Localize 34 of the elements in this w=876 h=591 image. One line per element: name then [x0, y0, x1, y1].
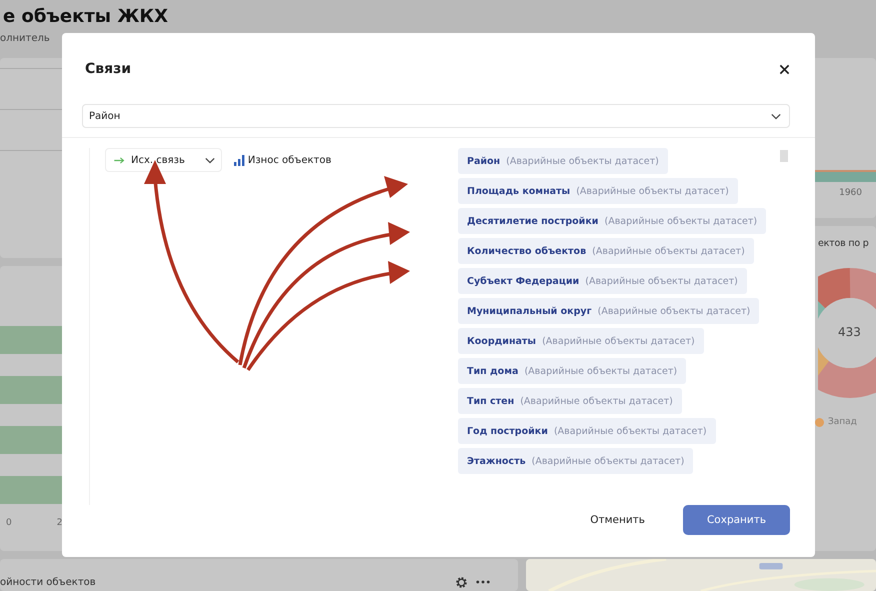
cancel-button[interactable]: Отменить: [590, 508, 645, 532]
dialog-title: Связи: [85, 61, 132, 77]
field-chip[interactable]: Субъект Федерации (Аварийные объекты датасет): [458, 268, 747, 294]
field-chip[interactable]: Тип стен (Аварийные объекты датасет): [458, 388, 682, 414]
donut-total: 433: [838, 325, 861, 339]
chevron-icon: [771, 112, 781, 120]
more-icon[interactable]: [476, 580, 490, 584]
field-chip[interactable]: Координаты (Аварийные объекты датасет): [458, 328, 704, 354]
field-chip[interactable]: Тип дома (Аварийные объекты датасет): [458, 358, 686, 384]
card-title: ойности объектов: [0, 576, 97, 588]
legend-label: Запад: [828, 417, 857, 427]
chevron-icon: [204, 156, 215, 164]
chart-name: Износ объектов: [248, 154, 332, 166]
settings-icon[interactable]: [455, 576, 468, 588]
link-type-select[interactable]: Исх. связь: [105, 148, 222, 172]
close-icon[interactable]: [779, 64, 790, 74]
field-chip[interactable]: Десятилетие постройки (Аварийные объекты датасет): [458, 208, 766, 234]
field-chip[interactable]: Район (Аварийные объекты датасет): [458, 148, 668, 174]
dashboard-title: е объекты ЖКХ: [3, 6, 169, 27]
field-chip[interactable]: Муниципальный округ (Аварийные объекты датасет): [458, 298, 760, 324]
field-chip[interactable]: Количество объектов (Аварийные объекты датасет): [458, 238, 754, 264]
axis-label: 2: [56, 518, 62, 528]
field-chip[interactable]: Год постройки (Аварийные объекты датасет): [458, 418, 716, 444]
field-chip[interactable]: Этажность (Аварийные объекты датасет): [458, 448, 694, 474]
axis-label: 1960: [839, 188, 862, 198]
chart-title: ектов по р: [818, 238, 869, 249]
save-button[interactable]: Сохранить: [683, 505, 790, 535]
field-chip[interactable]: Площадь комнаты (Аварийные объекты датасет): [458, 178, 738, 204]
scrollbar-thumb[interactable]: [780, 150, 788, 162]
dataset-select[interactable]: Район: [82, 104, 790, 128]
dashboard-tab[interactable]: олнитель: [0, 33, 50, 44]
axis-label: 0: [6, 518, 12, 528]
arrow-right-icon: [114, 156, 125, 164]
bar-chart-icon: [234, 154, 245, 166]
